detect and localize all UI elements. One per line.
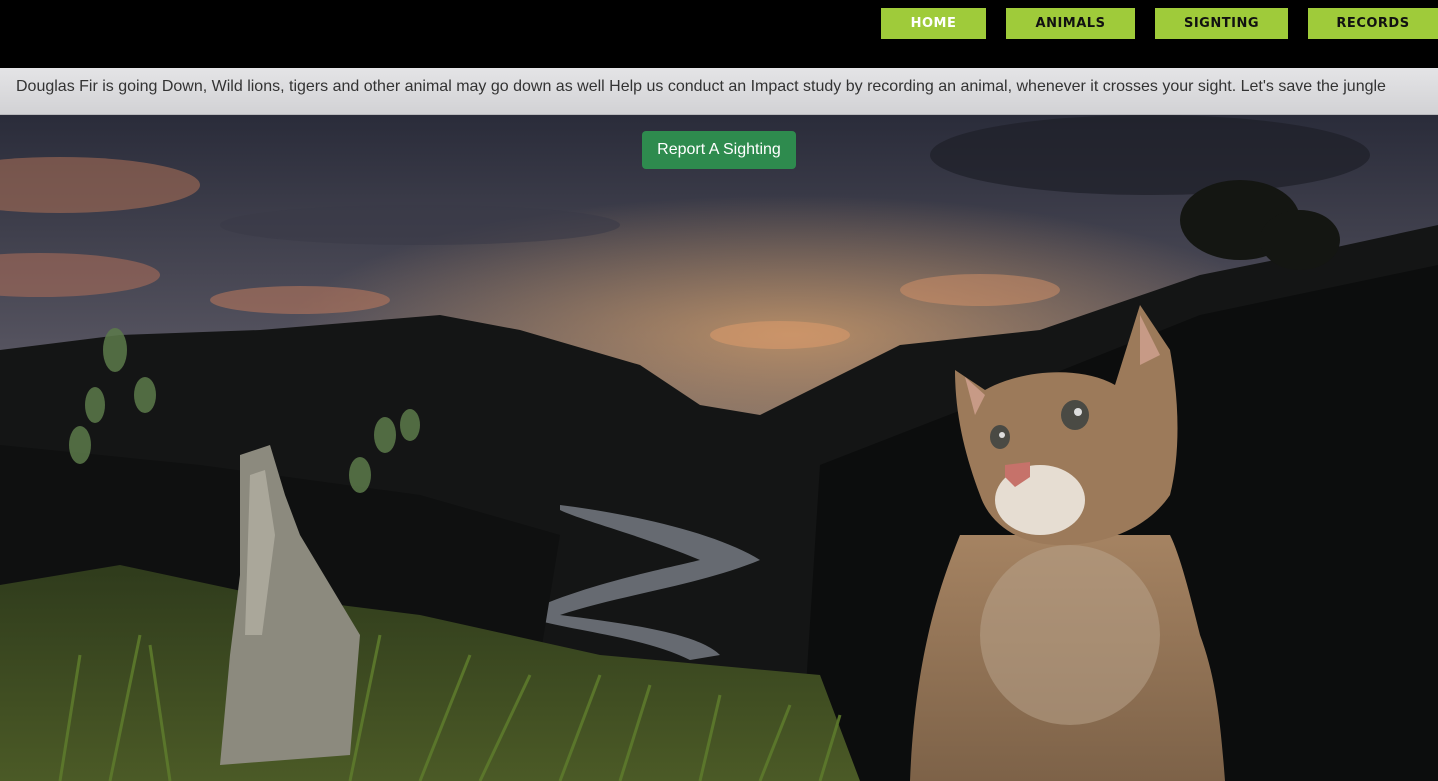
nav-records[interactable]: RECORDS xyxy=(1308,8,1438,39)
page: HOME ANIMALS SIGNTING RECORDS Douglas Fi… xyxy=(0,0,1438,781)
info-banner: Douglas Fir is going Down, Wild lions, t… xyxy=(0,68,1438,115)
nav-animals[interactable]: ANIMALS xyxy=(1006,8,1135,39)
banner-message: Douglas Fir is going Down, Wild lions, t… xyxy=(16,78,1386,95)
hero-background-image xyxy=(0,115,1438,781)
report-sighting-button[interactable]: Report A Sighting xyxy=(642,131,796,169)
nav-sighting[interactable]: SIGNTING xyxy=(1155,8,1288,39)
nav-home[interactable]: HOME xyxy=(881,8,986,39)
top-nav-bar: HOME ANIMALS SIGNTING RECORDS xyxy=(0,0,1438,68)
